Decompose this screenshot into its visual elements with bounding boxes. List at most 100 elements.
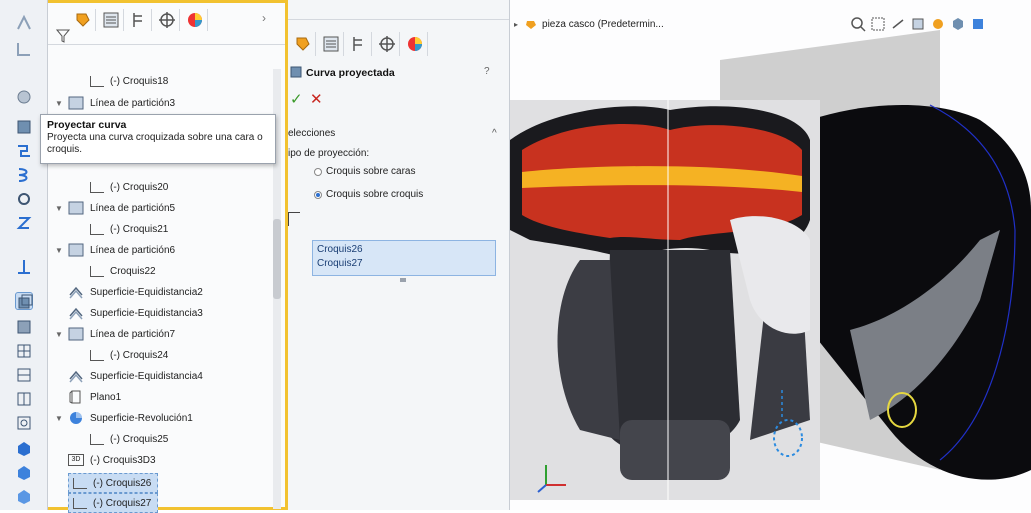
tree-item-croquis3d3[interactable]: 3D (-) Croquis3D3 (68, 450, 156, 470)
breadcrumb[interactable]: ▸ pieza casco (Predetermin... (514, 18, 664, 30)
previous-view-icon[interactable] (890, 16, 906, 32)
sketch-selection-icon (288, 212, 300, 226)
tab-feature-manager[interactable] (70, 9, 96, 31)
radio-sketch-on-sketch[interactable]: Croquis sobre croquis (314, 189, 423, 200)
tree-scrollbar-thumb[interactable] (273, 219, 281, 299)
tab-property-manager[interactable] (318, 32, 344, 56)
tree-item-label: Superficie-Revolución1 (90, 412, 193, 424)
filter-icon[interactable] (55, 29, 71, 43)
offset-surface-icon[interactable] (15, 292, 33, 310)
expand-arrow-icon[interactable]: ▼ (54, 330, 64, 339)
sketch-icon (90, 265, 104, 277)
tree-item-superficie-equidistancia2[interactable]: Superficie-Equidistancia2 (68, 282, 203, 302)
tree-item-croquis27[interactable]: (-) Croquis27 (68, 493, 158, 513)
surface-icon-5[interactable] (15, 414, 33, 432)
section-view-icon[interactable] (910, 16, 926, 32)
spline-icon[interactable] (15, 214, 33, 232)
graphics-viewport[interactable]: ▸ pieza casco (Predetermin... (510, 0, 1031, 510)
sketch-icon (90, 75, 104, 87)
view-orientation-icon[interactable] (950, 16, 966, 32)
tab-configuration-manager[interactable] (346, 32, 372, 56)
sweep-icon[interactable] (15, 14, 33, 32)
tree-item-croquis20[interactable]: (-) Croquis20 (90, 177, 168, 197)
model-render[interactable] (510, 0, 1031, 510)
tree-item-linea-particion7[interactable]: ▼ Línea de partición7 (54, 324, 175, 344)
selected-sketch-item[interactable]: Croquis27 (317, 257, 491, 271)
tab-configuration-manager[interactable] (126, 9, 152, 31)
breadcrumb-label: pieza casco (Predetermin... (542, 18, 664, 30)
tree-item-croquis18[interactable]: (-) Croquis18 (90, 71, 168, 91)
tree-item-superficie-revolucion1[interactable]: ▼ Superficie-Revolución1 (54, 408, 193, 428)
resize-handle[interactable] (400, 278, 406, 282)
split-line-icon[interactable] (15, 88, 33, 106)
tree-item-linea-particion3[interactable]: ▼ Línea de partición3 (54, 93, 175, 113)
tree-item-croquis22[interactable]: Croquis22 (90, 261, 156, 281)
chevron-right-icon[interactable]: › (262, 11, 266, 25)
split-line-icon (68, 201, 84, 215)
tab-feature-manager[interactable] (290, 32, 316, 56)
project-curve-icon[interactable] (15, 118, 33, 136)
tab-property-manager[interactable] (98, 9, 124, 31)
projected-curve-icon (290, 66, 302, 78)
tab-display-manager[interactable] (182, 9, 208, 31)
feature-manager-tabs: › (48, 3, 285, 45)
expand-arrow-icon[interactable]: ▼ (54, 99, 64, 108)
property-manager-panel: Curva proyectada ? ✓ ✕ elecciones ^ ipo … (288, 0, 510, 510)
sketch-icon (90, 433, 104, 445)
dynamic-annotation-icon[interactable] (930, 16, 946, 32)
solid-icon-1[interactable] (15, 440, 33, 458)
tree-item-croquis21[interactable]: (-) Croquis21 (90, 219, 168, 239)
projection-type-label: ipo de proyección: (288, 148, 370, 159)
curve-through-points-icon[interactable] (15, 190, 33, 208)
radio-sketch-on-faces[interactable]: Croquis sobre caras (314, 166, 415, 177)
help-icon[interactable]: ? (484, 66, 490, 77)
property-manager-tabs (288, 32, 468, 58)
surface-icon-3[interactable] (15, 366, 33, 384)
tab-display-manager[interactable] (402, 32, 428, 56)
tree-item-label: Línea de partición6 (90, 244, 176, 256)
tree-item-linea-particion5[interactable]: ▼ Línea de partición5 (54, 198, 175, 218)
tree-item-linea-particion6[interactable]: ▼ Línea de partición6 (54, 240, 175, 260)
radio-button[interactable] (314, 167, 322, 176)
offset-surface-icon (68, 306, 84, 320)
reference-axis-icon[interactable] (15, 258, 33, 276)
zoom-to-fit-icon[interactable] (850, 16, 866, 32)
tree-item-label: Línea de partición7 (90, 328, 176, 340)
solid-icon-2[interactable] (15, 464, 33, 482)
solid-icon-3[interactable] (15, 488, 33, 506)
ok-button[interactable]: ✓ (290, 90, 303, 108)
selected-sketch-item[interactable]: Croquis26 (317, 243, 491, 257)
tree-item-superficie-equidistancia4[interactable]: Superficie-Equidistancia4 (68, 366, 203, 386)
split-line-icon (68, 327, 84, 341)
expand-arrow-icon[interactable]: ▼ (54, 246, 64, 255)
command-toolbar (0, 0, 48, 510)
radio-button-selected[interactable] (314, 190, 322, 199)
mask-filter (620, 420, 730, 480)
tooltip-body: Proyecta una curva croquizada sobre una … (47, 132, 263, 155)
tree-item-croquis26[interactable]: (-) Croquis26 (68, 473, 158, 493)
tree-item-label: Superficie-Equidistancia2 (90, 286, 203, 298)
surface-icon-2[interactable] (15, 342, 33, 360)
tab-dimxpert[interactable] (374, 32, 400, 56)
surface-icon-1[interactable] (15, 318, 33, 336)
tree-item-croquis25[interactable]: (-) Croquis25 (90, 429, 168, 449)
tree-item-superficie-equidistancia3[interactable]: Superficie-Equidistancia3 (68, 303, 203, 323)
display-style-icon[interactable] (970, 16, 986, 32)
collapse-icon[interactable]: ^ (492, 128, 497, 139)
tree-item-plano1[interactable]: Plano1 (68, 387, 121, 407)
tree-item-label: (-) Croquis21 (110, 223, 169, 235)
cancel-button[interactable]: ✕ (310, 90, 323, 108)
fillet-icon[interactable] (15, 40, 33, 58)
selections-section-header[interactable]: elecciones ^ (288, 128, 510, 142)
tab-dimxpert[interactable] (154, 9, 180, 31)
surface-icon-4[interactable] (15, 390, 33, 408)
zoom-to-area-icon[interactable] (870, 16, 886, 32)
expand-arrow-icon[interactable]: ▼ (54, 414, 64, 423)
tree-item-croquis24[interactable]: (-) Croquis24 (90, 345, 168, 365)
helix-icon[interactable] (15, 166, 33, 184)
expand-arrow-icon[interactable]: ▼ (54, 204, 64, 213)
selected-sketches-listbox[interactable]: Croquis26 Croquis27 (312, 240, 496, 276)
breadcrumb-arrow-icon: ▸ (514, 19, 519, 29)
composite-curve-icon[interactable] (15, 142, 33, 160)
tree-item-label: (-) Croquis20 (110, 181, 169, 193)
